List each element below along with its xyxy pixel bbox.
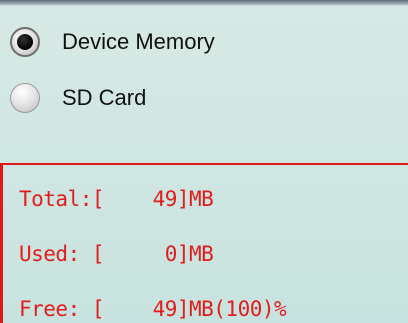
storage-option-sd-card[interactable]: SD Card <box>10 80 146 116</box>
memory-stats-panel: Total:[ 49]MB Used: [ 0]MB Free: [ 49]MB… <box>0 163 408 323</box>
total-memory-text: Total:[ 49]MB <box>19 187 214 211</box>
used-memory-text: Used: [ 0]MB <box>19 242 214 266</box>
storage-option-label: SD Card <box>62 85 147 110</box>
radio-checked-icon[interactable] <box>10 27 40 57</box>
window-top-edge <box>0 0 408 6</box>
radio-dot-icon <box>17 34 33 50</box>
radio-unchecked-icon[interactable] <box>10 83 40 113</box>
free-memory-text: Free: [ 49]MB(100)% <box>19 297 287 321</box>
storage-option-label: Device Memory <box>62 29 215 54</box>
storage-option-device-memory[interactable]: Device Memory <box>10 24 215 60</box>
